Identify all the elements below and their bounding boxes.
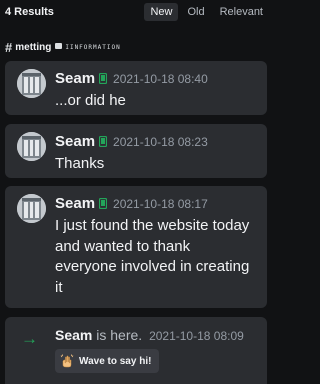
username[interactable]: Seam [55, 70, 95, 87]
search-result-message[interactable]: Seam 2021-10-18 08:17 I just found the w… [5, 186, 267, 308]
channel-header[interactable]: # metting IINFORMATION [0, 36, 273, 58]
message-timestamp: 2021-10-18 08:23 [113, 134, 208, 149]
message-timestamp: 2021-10-18 08:40 [113, 71, 208, 86]
message-timestamp: 2021-10-18 08:17 [113, 196, 208, 211]
wave-button-label: Wave to say hi! [79, 355, 152, 367]
mobile-phone-icon [99, 136, 108, 147]
search-results-header: 4 Results New Old Relevant [0, 0, 273, 24]
message-text: Thanks [55, 155, 105, 172]
username[interactable]: Seam [55, 133, 95, 150]
arrow-right-icon: → [21, 329, 38, 348]
wave-button[interactable]: Wave to say hi! [55, 349, 160, 373]
avatar[interactable] [17, 69, 46, 98]
message-text: ...or did he [55, 92, 126, 109]
mobile-phone-icon [99, 198, 108, 209]
hash-icon: # [5, 39, 13, 55]
message-text: I just found the website today and wante… [55, 217, 250, 296]
avatar[interactable] [17, 132, 46, 161]
username[interactable]: Seam [55, 327, 92, 343]
join-action-text: is here. [96, 327, 143, 343]
sort-relevant-button[interactable]: Relevant [214, 3, 269, 21]
mobile-phone-icon [99, 73, 108, 84]
username[interactable]: Seam [55, 195, 95, 212]
results-count: 4 Results [5, 6, 54, 18]
search-result-message[interactable]: Seam 2021-10-18 08:23 Thanks [5, 124, 267, 178]
sort-old-button[interactable]: Old [181, 3, 210, 21]
sort-tabs: New Old Relevant [141, 3, 269, 21]
folder-icon [55, 43, 63, 49]
waving-hand-icon [60, 354, 74, 368]
sort-new-button[interactable]: New [144, 3, 179, 21]
channel-name[interactable]: metting [15, 42, 51, 53]
message-timestamp: 2021-10-18 08:09 [149, 329, 244, 343]
channel-category: IINFORMATION [65, 43, 121, 51]
avatar[interactable] [17, 194, 46, 223]
search-result-message[interactable]: Seam 2021-10-18 08:40 ...or did he [5, 61, 267, 115]
search-result-join-message[interactable]: → Seam is here. 2021-10-18 08:09 Wave to… [5, 317, 267, 384]
